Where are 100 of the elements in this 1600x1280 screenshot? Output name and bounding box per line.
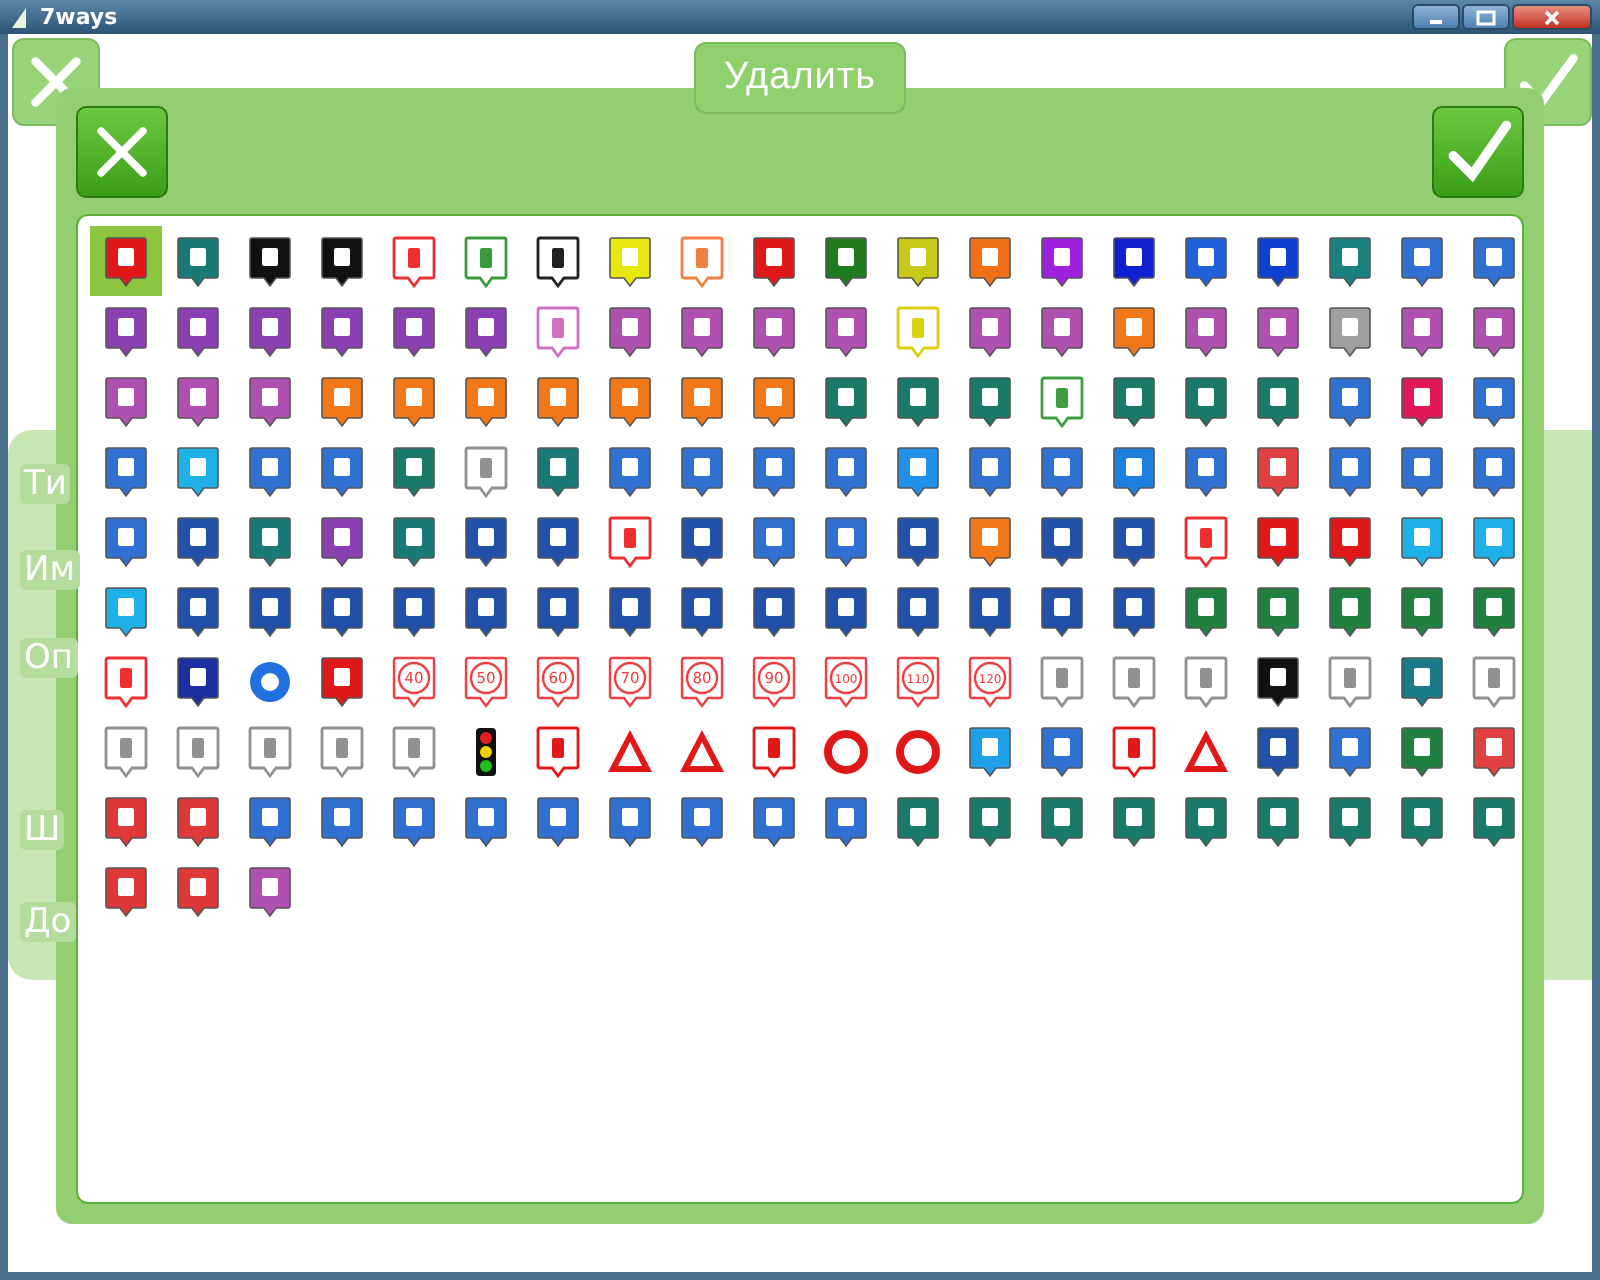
map-pin-icon[interactable] — [246, 863, 294, 919]
map-pin-icon[interactable] — [246, 583, 294, 639]
map-pin-icon[interactable] — [1470, 373, 1518, 429]
map-pin-icon[interactable] — [318, 443, 366, 499]
map-pin-icon[interactable] — [1182, 583, 1230, 639]
map-pin-icon[interactable] — [534, 583, 582, 639]
map-pin-icon[interactable] — [678, 443, 726, 499]
map-pin-icon[interactable] — [678, 303, 726, 359]
map-pin-icon[interactable] — [1398, 653, 1446, 709]
map-pin-icon[interactable] — [1182, 443, 1230, 499]
map-pin-icon[interactable] — [174, 793, 222, 849]
map-pin-icon[interactable] — [390, 583, 438, 639]
close-button[interactable] — [1512, 4, 1592, 30]
map-pin-icon[interactable] — [246, 443, 294, 499]
map-pin-icon[interactable] — [606, 303, 654, 359]
map-pin-icon[interactable] — [1470, 583, 1518, 639]
map-pin-icon[interactable] — [1110, 373, 1158, 429]
map-pin-icon[interactable] — [174, 863, 222, 919]
map-pin-icon[interactable] — [966, 723, 1014, 779]
map-pin-icon[interactable] — [174, 373, 222, 429]
map-pin-icon[interactable] — [390, 303, 438, 359]
map-pin-icon[interactable] — [1038, 793, 1086, 849]
map-pin-icon[interactable] — [750, 443, 798, 499]
map-pin-icon[interactable] — [1254, 303, 1302, 359]
map-pin-icon[interactable] — [102, 583, 150, 639]
map-pin-icon[interactable] — [534, 233, 582, 289]
map-pin-icon[interactable] — [1326, 583, 1374, 639]
map-pin-icon[interactable] — [1470, 233, 1518, 289]
map-pin-icon[interactable] — [750, 233, 798, 289]
map-pin-icon[interactable] — [174, 303, 222, 359]
map-pin-icon[interactable] — [1254, 793, 1302, 849]
map-pin-icon[interactable] — [1470, 443, 1518, 499]
map-pin-icon[interactable] — [318, 653, 366, 709]
map-pin-icon[interactable] — [246, 303, 294, 359]
map-pin-icon[interactable] — [390, 373, 438, 429]
map-pin-icon[interactable] — [318, 513, 366, 569]
map-pin-icon[interactable] — [1110, 793, 1158, 849]
map-pin-icon[interactable] — [174, 233, 222, 289]
map-pin-icon[interactable] — [102, 233, 150, 289]
map-pin-icon[interactable] — [1326, 373, 1374, 429]
map-pin-icon[interactable] — [1254, 513, 1302, 569]
map-pin-icon[interactable] — [1254, 583, 1302, 639]
map-pin-icon[interactable] — [1182, 233, 1230, 289]
map-pin-icon[interactable] — [1254, 443, 1302, 499]
map-pin-icon[interactable] — [1038, 233, 1086, 289]
map-pin-icon[interactable] — [678, 373, 726, 429]
map-pin-icon[interactable] — [1110, 233, 1158, 289]
map-pin-icon[interactable] — [1398, 373, 1446, 429]
map-pin-icon[interactable] — [246, 793, 294, 849]
map-pin-icon[interactable] — [1182, 793, 1230, 849]
map-pin-icon[interactable] — [822, 373, 870, 429]
map-pin-icon[interactable] — [750, 513, 798, 569]
map-pin-icon[interactable] — [894, 793, 942, 849]
map-pin-icon[interactable] — [390, 793, 438, 849]
map-pin-icon[interactable] — [1326, 513, 1374, 569]
map-pin-icon[interactable] — [318, 233, 366, 289]
map-pin-icon[interactable] — [1254, 653, 1302, 709]
map-pin-icon[interactable] — [750, 373, 798, 429]
maximize-button[interactable] — [1462, 4, 1510, 30]
map-pin-icon[interactable] — [102, 373, 150, 429]
map-pin-icon[interactable] — [606, 583, 654, 639]
map-pin-icon[interactable] — [1470, 303, 1518, 359]
map-pin-icon[interactable] — [1326, 233, 1374, 289]
map-pin-icon[interactable] — [822, 793, 870, 849]
map-pin-icon[interactable] — [246, 373, 294, 429]
map-pin-icon[interactable] — [462, 793, 510, 849]
map-pin-icon[interactable] — [1398, 443, 1446, 499]
map-pin-icon[interactable] — [966, 303, 1014, 359]
map-pin-icon[interactable] — [822, 233, 870, 289]
map-pin-icon[interactable] — [102, 443, 150, 499]
map-pin-icon[interactable] — [606, 443, 654, 499]
map-pin-icon[interactable] — [822, 513, 870, 569]
map-pin-icon[interactable] — [1470, 723, 1518, 779]
map-pin-icon[interactable] — [318, 583, 366, 639]
map-pin-icon[interactable] — [390, 513, 438, 569]
map-pin-icon[interactable] — [1254, 233, 1302, 289]
map-pin-icon[interactable] — [966, 233, 1014, 289]
map-pin-icon[interactable] — [246, 513, 294, 569]
minimize-button[interactable] — [1412, 4, 1460, 30]
map-pin-icon[interactable] — [966, 583, 1014, 639]
map-pin-icon[interactable] — [1326, 443, 1374, 499]
map-pin-icon[interactable] — [1254, 723, 1302, 779]
map-pin-icon[interactable] — [966, 373, 1014, 429]
map-pin-icon[interactable] — [102, 513, 150, 569]
map-pin-icon[interactable] — [1470, 793, 1518, 849]
map-pin-icon[interactable] — [1110, 583, 1158, 639]
map-pin-icon[interactable] — [1326, 793, 1374, 849]
map-pin-icon[interactable] — [1326, 723, 1374, 779]
map-pin-icon[interactable] — [246, 233, 294, 289]
map-pin-icon[interactable] — [750, 793, 798, 849]
map-pin-icon[interactable] — [1038, 303, 1086, 359]
map-pin-icon[interactable] — [462, 303, 510, 359]
map-pin-icon[interactable] — [534, 513, 582, 569]
map-pin-icon[interactable] — [318, 303, 366, 359]
map-pin-icon[interactable] — [894, 373, 942, 429]
map-pin-icon[interactable] — [1110, 513, 1158, 569]
map-pin-icon[interactable] — [822, 443, 870, 499]
map-pin-icon[interactable] — [534, 373, 582, 429]
map-pin-icon[interactable] — [102, 863, 150, 919]
map-pin-icon[interactable] — [1038, 583, 1086, 639]
